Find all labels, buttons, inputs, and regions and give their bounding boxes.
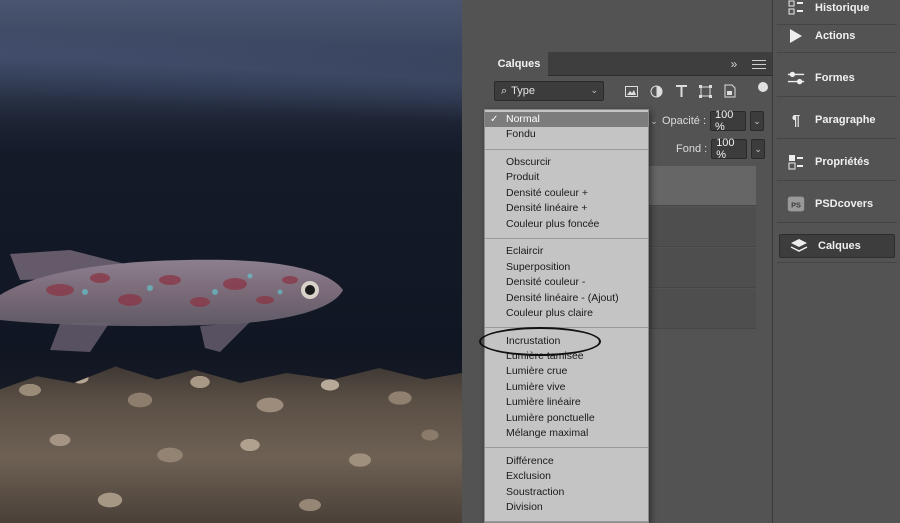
tab-layers[interactable]: Calques bbox=[490, 52, 548, 76]
dock-item-psdcovers[interactable]: PS PSDcovers bbox=[777, 187, 897, 221]
blend-mode-densite-couleur-plus[interactable]: Densité couleur + bbox=[485, 186, 648, 201]
blend-mode-lumiere-vive[interactable]: Lumière vive bbox=[485, 380, 648, 395]
dock-item-calques[interactable]: Calques bbox=[779, 234, 895, 258]
fill-label: Fond : bbox=[676, 143, 708, 155]
dock-item-label: Paragraphe bbox=[815, 114, 876, 126]
dock-item-actions[interactable]: Actions bbox=[777, 19, 897, 53]
blend-mode-densite-lineaire-ajout[interactable]: Densité linéaire - (Ajout) bbox=[485, 291, 648, 306]
svg-text:PS: PS bbox=[791, 200, 801, 209]
dock-item-label: Historique bbox=[815, 2, 870, 14]
gravel-image bbox=[0, 366, 462, 523]
blend-mode-densite-lineaire-plus[interactable]: Densité linéaire + bbox=[485, 201, 648, 216]
layer-row[interactable] bbox=[646, 248, 756, 288]
blend-mode-normal[interactable]: ✓ Normal bbox=[485, 112, 648, 127]
shapes-icon bbox=[787, 69, 805, 87]
play-icon bbox=[787, 27, 805, 45]
shape-filter-icon[interactable] bbox=[696, 82, 714, 100]
layer-row[interactable] bbox=[646, 166, 756, 206]
blend-mode-lumiere-lineaire[interactable]: Lumière linéaire bbox=[485, 395, 648, 410]
opacity-label: Opacité : bbox=[662, 115, 707, 127]
filter-toggle-switch[interactable] bbox=[758, 82, 768, 100]
dock-item-label: Calques bbox=[818, 240, 861, 252]
blend-mode-incrustation[interactable]: Incrustation bbox=[485, 334, 648, 349]
blend-mode-obscurcir[interactable]: Obscurcir bbox=[485, 155, 648, 170]
blend-mode-couleur-plus-foncee[interactable]: Couleur plus foncée bbox=[485, 217, 648, 232]
layers-icon bbox=[790, 237, 808, 255]
opacity-chevron-icon[interactable]: ⌄ bbox=[750, 111, 765, 131]
fill-input[interactable]: 100 % bbox=[711, 137, 748, 161]
fill-control: Fond : 100 % ⌄ bbox=[676, 137, 766, 161]
image-filter-icon[interactable] bbox=[622, 82, 640, 100]
psdcovers-icon: PS bbox=[787, 195, 805, 213]
blend-mode-lumiere-crue[interactable]: Lumière crue bbox=[485, 364, 648, 379]
smart-object-filter-icon[interactable] bbox=[721, 82, 739, 100]
fill-chevron-icon[interactable]: ⌄ bbox=[751, 139, 766, 159]
collapse-panel-button[interactable]: » bbox=[726, 56, 742, 72]
blend-mode-division[interactable]: Division bbox=[485, 500, 648, 515]
blend-mode-exclusion[interactable]: Exclusion bbox=[485, 469, 648, 484]
paragraph-icon: ¶ bbox=[791, 111, 801, 129]
blend-mode-lumiere-ponctuelle[interactable]: Lumière ponctuelle bbox=[485, 411, 648, 426]
blend-mode-eclaircir[interactable]: Eclaircir bbox=[485, 244, 648, 259]
dock-item-label: Actions bbox=[815, 30, 856, 42]
blend-mode-melange-maximal[interactable]: Mélange maximal bbox=[485, 426, 648, 441]
layer-filter-select[interactable]: ⌕ Type ⌄ bbox=[494, 81, 604, 101]
blend-mode-chevron-icon[interactable]: ⌄ bbox=[648, 111, 660, 131]
dock-item-label: Propriétés bbox=[815, 156, 870, 168]
layer-row[interactable] bbox=[646, 207, 756, 247]
fish-image bbox=[0, 250, 343, 352]
history-icon bbox=[787, 0, 805, 17]
panel-menu-icon[interactable] bbox=[752, 57, 766, 71]
blend-mode-lumiere-tamisee[interactable]: Lumière tamisée bbox=[485, 349, 648, 364]
layer-filter-value: Type bbox=[511, 85, 536, 97]
blend-mode-soustraction[interactable]: Soustraction bbox=[485, 485, 648, 500]
dock-item-proprietes[interactable]: Propriétés bbox=[777, 145, 897, 179]
adjustment-filter-icon[interactable] bbox=[647, 82, 665, 100]
checkmark-icon: ✓ bbox=[490, 114, 499, 125]
opacity-control: Opacité : 100 % ⌄ bbox=[662, 109, 765, 133]
blend-mode-couleur-plus-claire[interactable]: Couleur plus claire bbox=[485, 306, 648, 321]
blend-mode-produit[interactable]: Produit bbox=[485, 170, 648, 185]
search-icon: ⌕ bbox=[501, 84, 508, 97]
blend-mode-difference[interactable]: Différence bbox=[485, 454, 648, 469]
dock-item-formes[interactable]: Formes bbox=[777, 61, 897, 95]
panel-tab-bar: Calques » bbox=[490, 52, 772, 76]
layer-row[interactable] bbox=[646, 289, 756, 329]
chevron-down-icon: ⌄ bbox=[590, 85, 598, 95]
blend-mode-fondu[interactable]: Fondu bbox=[485, 127, 648, 142]
dock-item-paragraphe[interactable]: ¶ Paragraphe bbox=[777, 103, 897, 137]
dock-item-label: Formes bbox=[815, 72, 855, 84]
blend-mode-menu: ✓ Normal Fondu Obscurcir Produit Densité… bbox=[484, 109, 649, 523]
properties-icon bbox=[787, 153, 805, 171]
background-light-band bbox=[0, 26, 462, 124]
right-dock: Historique Actions Formes ¶ Paragraphe P… bbox=[772, 0, 900, 523]
blend-mode-densite-couleur-moins[interactable]: Densité couleur - bbox=[485, 275, 648, 290]
opacity-input[interactable]: 100 % bbox=[710, 109, 747, 133]
document-canvas[interactable] bbox=[0, 0, 462, 523]
blend-mode-superposition[interactable]: Superposition bbox=[485, 260, 648, 275]
text-filter-icon[interactable] bbox=[672, 82, 690, 100]
dock-item-label: PSDcovers bbox=[815, 198, 874, 210]
